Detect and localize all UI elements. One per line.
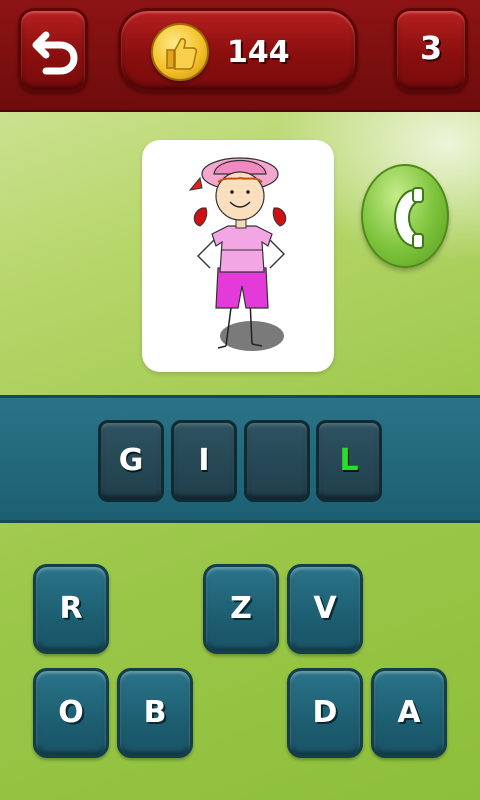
- level-indicator: 3: [394, 8, 468, 92]
- hint-button[interactable]: [361, 164, 449, 268]
- letter-key-d[interactable]: D: [287, 668, 363, 758]
- coin-panel: 144: [118, 8, 358, 92]
- undo-arrow-icon: [32, 31, 78, 75]
- phone-icon: [393, 187, 424, 249]
- top-bar: 144 3: [0, 0, 480, 112]
- answer-slot-2[interactable]: I: [171, 420, 237, 502]
- answer-band: G I L: [0, 395, 480, 523]
- answer-slot-4[interactable]: L: [316, 420, 382, 502]
- level-number: 3: [419, 29, 443, 67]
- letter-key-z[interactable]: Z: [203, 564, 279, 654]
- letter-key-v[interactable]: V: [287, 564, 363, 654]
- letter-key-o[interactable]: O: [33, 668, 109, 758]
- girl-illustration: [188, 157, 287, 351]
- picture-card: [142, 140, 334, 372]
- letter-key-a[interactable]: A: [371, 668, 447, 758]
- answer-slot-1[interactable]: G: [98, 420, 164, 502]
- thumbs-up-coin-icon: [166, 38, 198, 70]
- coin-count: 144: [227, 35, 290, 70]
- answer-slot-3[interactable]: [244, 420, 310, 502]
- letter-key-b[interactable]: B: [117, 668, 193, 758]
- letter-key-r[interactable]: R: [33, 564, 109, 654]
- coin: [151, 23, 209, 81]
- back-button[interactable]: [18, 8, 88, 92]
